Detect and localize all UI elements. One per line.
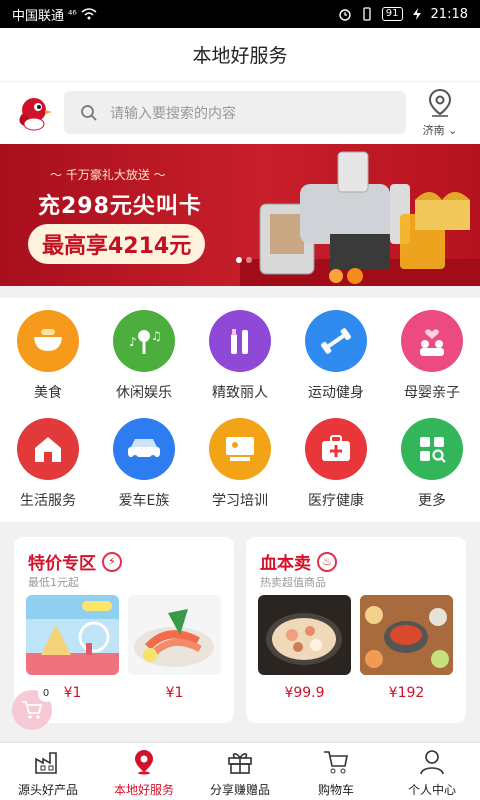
promo-tagline: ～ 千万豪礼大放送 ～ [50, 168, 166, 182]
gift-icon [228, 753, 252, 774]
app-logo-bird-icon [19, 98, 52, 131]
card-title: 特价专区 [28, 554, 96, 574]
tab-personal-center[interactable]: 个人中心 [384, 743, 480, 800]
card-subtitle: 最低1元起 [28, 576, 79, 589]
category-life-service[interactable]: 生活服务 [0, 418, 96, 510]
card-subtitle: 热卖超值商品 [260, 576, 326, 589]
signal-icon: ⁴⁶ [68, 7, 77, 21]
category-label: 美食 [34, 385, 62, 401]
tab-label: 个人中心 [407, 783, 456, 797]
tab-share-gifts[interactable]: 分享赚赠品 [192, 743, 288, 800]
tab-label: 源头好产品 [17, 783, 78, 797]
tab-label: 本地好服务 [113, 783, 174, 797]
status-bar: 中国联通 ⁴⁶ 91 21:18 [0, 0, 480, 28]
category-fitness[interactable]: 运动健身 [288, 310, 384, 402]
search-placeholder: 请输入要搜索的内容 [110, 105, 236, 122]
category-label: 医疗健康 [308, 493, 364, 509]
category-label: 休闲娱乐 [116, 385, 172, 401]
battery-indicator: 91 [381, 7, 403, 21]
juicer-image [240, 151, 480, 286]
product-image-seafood-pot[interactable] [258, 595, 351, 675]
tab-label: 购物车 [317, 783, 354, 797]
category-education[interactable]: 学习培训 [192, 418, 288, 510]
factory-icon [35, 752, 57, 774]
product-image-amusement-park[interactable] [26, 595, 119, 675]
category-label: 母婴亲子 [404, 385, 460, 401]
category-label: 精致丽人 [212, 385, 268, 401]
category-beauty[interactable]: 精致丽人 [192, 310, 288, 402]
cart-icon [22, 701, 43, 719]
flame-icon: ♨ [317, 551, 337, 572]
wifi-icon [81, 8, 97, 20]
promo-banner[interactable]: ～ 千万豪礼大放送 ～ 充298元尖叫卡 最高享4214元 [0, 144, 480, 286]
tab-source-products[interactable]: 源头好产品 [0, 743, 96, 800]
location-label: 济南 [422, 124, 445, 137]
person-icon [420, 750, 444, 775]
promo-highlight: 最高享4214元 [28, 224, 206, 264]
lightning-icon: ⚡ [102, 551, 122, 572]
category-car[interactable]: 爱车E族 [96, 418, 192, 510]
product-image-shrimp[interactable] [128, 595, 221, 675]
carrier-label: 中国联通 [12, 8, 65, 24]
category-label: 生活服务 [20, 493, 76, 509]
promo-headline: 充298元尖叫卡 [38, 194, 202, 219]
category-label: 爱车E族 [118, 493, 170, 509]
tab-local-services[interactable]: 本地好服务 [96, 743, 192, 800]
card-title: 血本卖 [260, 554, 311, 574]
medical-kit-icon [305, 418, 367, 480]
page-title: 本地好服务 [192, 45, 288, 67]
product-price: ¥192 [388, 685, 425, 701]
carousel-dot-active[interactable] [236, 257, 242, 263]
tab-label: 分享赚赠品 [209, 783, 270, 797]
cart-icon [324, 751, 348, 774]
svg-text:♫: ♫ [151, 329, 161, 343]
page-title-bar: 本地好服务 [0, 28, 480, 82]
category-medical[interactable]: 医疗健康 [288, 418, 384, 510]
category-label: 运动健身 [308, 385, 364, 401]
family-icon [401, 310, 463, 372]
dumbbell-icon [305, 310, 367, 372]
cart-count-badge: 0 [38, 686, 54, 702]
search-icon [81, 104, 97, 121]
house-icon [17, 418, 79, 480]
makeup-icon [209, 310, 271, 372]
search-input[interactable]: 请输入要搜索的内容 [64, 91, 406, 134]
product-price: ¥1 [165, 685, 184, 701]
category-grid: 美食 ♪ ♫ 休闲娱乐 精致丽人 运动健身 母婴亲子 生活服务 爱车E族 学习培训… [0, 298, 480, 522]
chevron-down-icon: ⌄ [448, 124, 458, 137]
product-image-hotpot-table[interactable] [360, 595, 453, 675]
search-row: 请输入要搜索的内容 济南 ⌄ [0, 82, 480, 144]
location-pin-icon [135, 750, 153, 775]
blackboard-icon [209, 418, 271, 480]
clearance-card[interactable]: 血本卖 ♨ 热卖超值商品 ¥99.9 ¥192 [246, 537, 466, 723]
category-leisure[interactable]: ♪ ♫ 休闲娱乐 [96, 310, 192, 402]
tab-shopping-cart[interactable]: 购物车 [288, 743, 384, 800]
charging-icon [412, 8, 421, 20]
bottom-tab-bar: 源头好产品 本地好服务 分享赚赠品 购物车 个人中心 [0, 742, 480, 800]
vibrate-icon [363, 7, 371, 21]
bowl-icon [17, 310, 79, 372]
location-selector[interactable]: 济南 ⌄ [418, 88, 462, 138]
car-icon [113, 418, 175, 480]
music-icon: ♪ ♫ [113, 310, 175, 372]
category-label: 更多 [418, 493, 446, 509]
category-more[interactable]: 更多 [384, 418, 480, 510]
svg-text:♪: ♪ [129, 335, 137, 349]
more-grid-icon [401, 418, 463, 480]
category-mother-baby[interactable]: 母婴亲子 [384, 310, 480, 402]
category-label: 学习培训 [212, 493, 268, 509]
alarm-icon [339, 9, 351, 21]
carousel-dot[interactable] [246, 257, 252, 263]
category-food[interactable]: 美食 [0, 310, 96, 402]
location-pin-icon [428, 88, 452, 117]
clock: 21:18 [430, 6, 468, 22]
product-price: ¥99.9 [284, 685, 325, 701]
